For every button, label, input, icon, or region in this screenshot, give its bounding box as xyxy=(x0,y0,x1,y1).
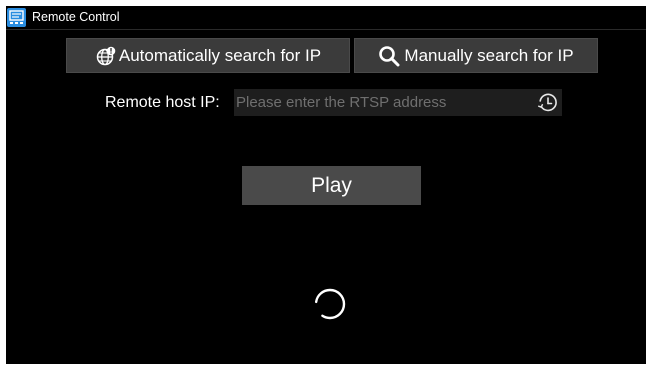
manual-search-ip-button[interactable]: Manually search for IP xyxy=(354,38,598,73)
play-button-label: Play xyxy=(311,173,352,197)
title-bar: Remote Control xyxy=(6,6,646,30)
manual-search-ip-label: Manually search for IP xyxy=(404,45,574,65)
remote-control-app-icon xyxy=(7,8,26,27)
remote-host-ip-field xyxy=(234,89,562,116)
loading-spinner-icon xyxy=(312,286,348,322)
auto-search-ip-label: Automatically search for IP xyxy=(118,45,322,65)
rtsp-address-input[interactable] xyxy=(234,89,529,116)
remote-control-screen: Remote Control Automatically search for … xyxy=(6,6,646,364)
play-button[interactable]: Play xyxy=(242,166,421,205)
remote-host-ip-label: Remote host IP: xyxy=(105,94,220,111)
magnifier-icon xyxy=(378,45,402,67)
globe-search-icon xyxy=(95,45,117,67)
history-clock-icon[interactable] xyxy=(537,92,559,114)
auto-search-ip-button[interactable]: Automatically search for IP xyxy=(66,38,350,73)
window-title: Remote Control xyxy=(32,10,120,24)
